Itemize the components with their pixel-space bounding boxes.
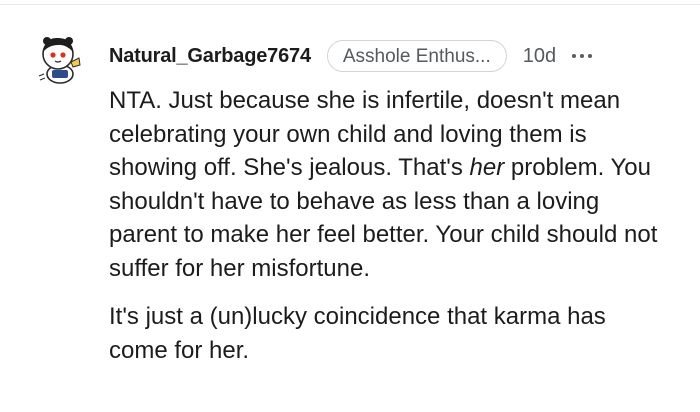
emphasized-text: her xyxy=(469,154,505,181)
more-options-icon[interactable] xyxy=(572,54,593,58)
comment-body: NTA. Just because she is infertile, does… xyxy=(109,84,669,367)
username-link[interactable]: Natural_Garbage7674 xyxy=(109,45,311,68)
comment-paragraph: It's just a (un)lucky coincidence that k… xyxy=(109,303,606,364)
user-flair-badge[interactable]: Asshole Enthus... xyxy=(326,40,507,72)
user-avatar-icon[interactable] xyxy=(36,32,84,84)
comment-age: 10d xyxy=(522,44,557,67)
comment: Natural_Garbage7674 Asshole Enthus... 10… xyxy=(0,0,700,412)
comment-paragraph: NTA. Just because she is infertile, does… xyxy=(109,84,669,285)
comment-header: Natural_Garbage7674 Asshole Enthus... 10… xyxy=(109,40,593,72)
